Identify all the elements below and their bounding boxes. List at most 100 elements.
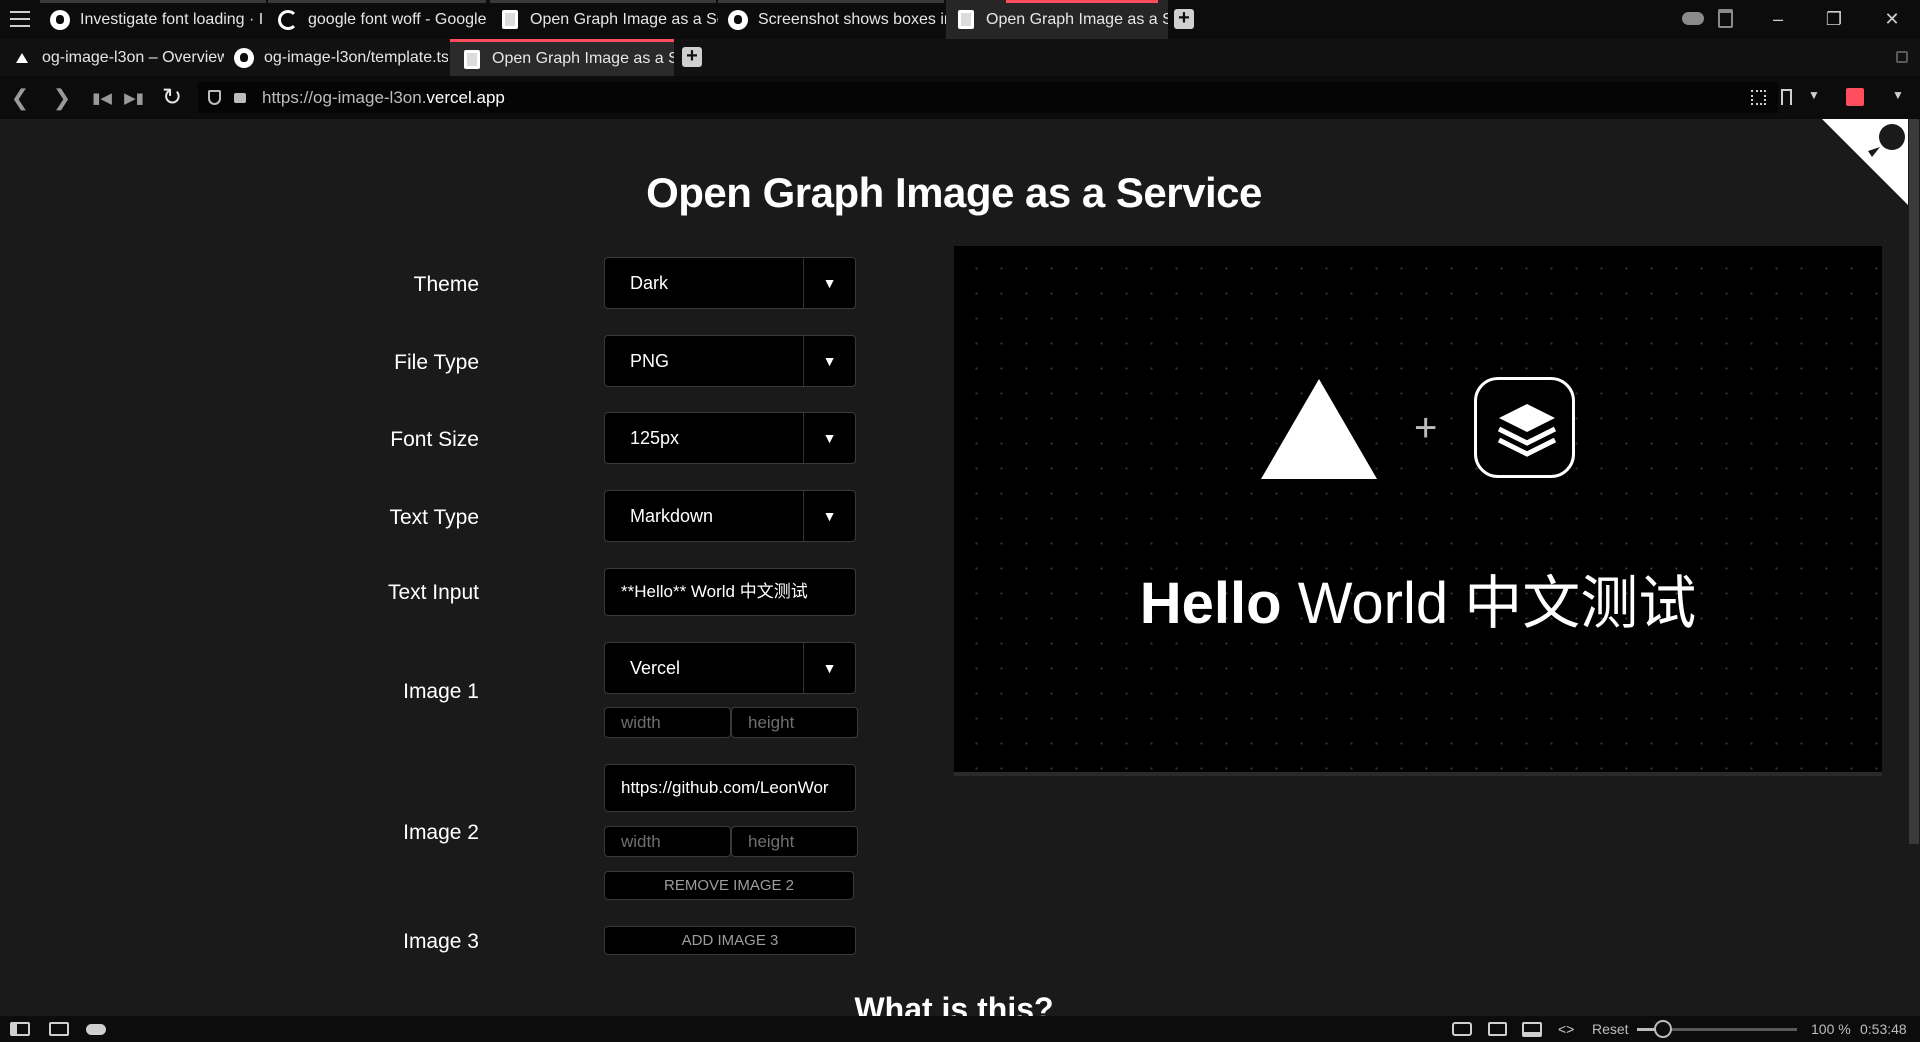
- dropdown-arrow-icon[interactable]: ▼: [804, 491, 855, 541]
- browser-tab[interactable]: Screenshot shows boxes in: [718, 0, 946, 39]
- sync-cloud-icon[interactable]: [86, 1016, 106, 1042]
- camera-icon[interactable]: [1452, 1016, 1472, 1042]
- scrollbar-thumb[interactable]: [1909, 119, 1919, 844]
- url-field[interactable]: https://og-image-l3on.vercel.app: [198, 82, 1778, 113]
- fast-forward-icon[interactable]: ▶▮: [118, 76, 150, 119]
- zoom-reset-button[interactable]: Reset: [1592, 1016, 1629, 1042]
- page-icon: [956, 10, 976, 30]
- dropdown-arrow-icon[interactable]: ▼: [804, 336, 855, 386]
- og-headline-bold: Hello: [1139, 571, 1282, 636]
- og-headline-rest: World 中文测试: [1281, 571, 1697, 636]
- image2-label: Image 2: [403, 821, 479, 844]
- file-type-label: File Type: [394, 351, 479, 374]
- dropdown-arrow-icon[interactable]: ▼: [804, 413, 855, 463]
- zoom-slider[interactable]: [1637, 1020, 1797, 1038]
- google-icon: [278, 9, 298, 30]
- page-icon: [462, 49, 482, 69]
- url-domain: vercel.app: [426, 87, 505, 107]
- dropdown-arrow-icon[interactable]: ▼: [804, 643, 855, 693]
- new-tab-icon[interactable]: +: [682, 46, 702, 67]
- text-type-label: Text Type: [389, 506, 480, 529]
- image1-height-input[interactable]: height: [731, 707, 858, 738]
- new-tab-icon[interactable]: +: [1174, 8, 1194, 29]
- zoom-level: 100 %: [1811, 1021, 1851, 1037]
- image1-select[interactable]: Vercel ▼: [604, 642, 856, 694]
- layers-logo-icon: [1474, 377, 1575, 478]
- tab-bar: Investigate font loading · I google font…: [0, 0, 1920, 39]
- minimize-icon[interactable]: –: [1756, 0, 1800, 39]
- tiling-icon[interactable]: [49, 1016, 69, 1042]
- image-icon[interactable]: [1522, 1016, 1542, 1042]
- shield-icon[interactable]: [208, 90, 221, 105]
- vercel-icon: [12, 48, 32, 68]
- image2-height-input[interactable]: height: [731, 826, 858, 857]
- tab-label: Open Graph Image as a Se: [530, 10, 718, 28]
- panel-toggle-icon[interactable]: [10, 1016, 30, 1042]
- browser-tab-active[interactable]: Open Graph Image as a Se: [946, 0, 1168, 39]
- add-image-3-button[interactable]: ADD IMAGE 3: [604, 926, 856, 955]
- address-bar: ❮ ❯ ▮◀ ▶▮ ↻ https://og-image-l3on.vercel…: [0, 76, 1920, 119]
- og-image-preview[interactable]: + Hello World 中文测试: [954, 246, 1882, 776]
- url-text[interactable]: https://og-image-l3on.vercel.app: [262, 88, 505, 108]
- font-size-value: 125px: [630, 428, 680, 448]
- url-prefix: https://og-image-l3on.: [262, 87, 427, 107]
- chevron-down-icon[interactable]: ▼: [1808, 88, 1820, 102]
- browser-tab-active[interactable]: Open Graph Image as a Se: [450, 39, 674, 76]
- reload-icon[interactable]: ↻: [156, 76, 188, 119]
- menu-icon[interactable]: [10, 11, 30, 28]
- text-input-label: Text Input: [387, 581, 479, 604]
- lock-icon: [1896, 51, 1908, 63]
- trash-icon[interactable]: [1718, 9, 1733, 28]
- plus-sign: +: [1414, 406, 1438, 450]
- browser-tab[interactable]: Investigate font loading · I: [40, 0, 268, 39]
- image2-width-input[interactable]: width: [604, 826, 731, 857]
- text-type-value: Markdown: [630, 506, 714, 526]
- browser-tab[interactable]: google font woff - Google: [268, 0, 488, 39]
- section-heading: What is this?: [854, 991, 1054, 1016]
- page-icon: [500, 10, 520, 30]
- menu-chevron-icon[interactable]: ▼: [1892, 88, 1904, 102]
- image1-label: Image 1: [403, 680, 479, 703]
- dropdown-arrow-icon[interactable]: ▼: [804, 258, 855, 308]
- image1-value: Vercel: [630, 658, 681, 678]
- cloud-icon[interactable]: [1682, 12, 1704, 25]
- remove-image-2-button[interactable]: REMOVE IMAGE 2: [604, 871, 854, 900]
- page-content: Open Graph Image as a Service Theme Dark…: [0, 119, 1920, 1016]
- file-type-select[interactable]: PNG ▼: [604, 335, 856, 387]
- restore-icon[interactable]: ❐: [1812, 0, 1856, 39]
- image1-width-input[interactable]: width: [604, 707, 731, 738]
- rewind-icon[interactable]: ▮◀: [86, 76, 118, 119]
- tab-label: Open Graph Image as a Se: [986, 10, 1168, 28]
- back-icon[interactable]: ❮: [4, 76, 36, 119]
- code-icon[interactable]: <>: [1558, 1016, 1574, 1042]
- browser-tab[interactable]: og-image-l3on/template.ts: [222, 39, 448, 76]
- image2-url-input[interactable]: https://github.com/LeonWor: [604, 764, 856, 812]
- close-icon[interactable]: ✕: [1870, 0, 1914, 39]
- browser-tab[interactable]: og-image-l3on – Overview: [0, 39, 224, 76]
- vercel-logo-icon: [1261, 379, 1377, 479]
- font-size-select[interactable]: 125px ▼: [604, 412, 856, 464]
- lock-icon: [234, 93, 246, 103]
- zoom-slider-knob[interactable]: [1653, 1020, 1672, 1038]
- file-type-value: PNG: [630, 351, 670, 371]
- bookmark-icon[interactable]: [1781, 89, 1792, 105]
- tab-label: google font woff - Google: [308, 10, 487, 28]
- text-type-select[interactable]: Markdown ▼: [604, 490, 856, 542]
- qr-code-icon[interactable]: [1751, 90, 1766, 105]
- page-title: Open Graph Image as a Service: [646, 169, 1262, 216]
- theme-value: Dark: [630, 273, 669, 293]
- image3-label: Image 3: [403, 930, 479, 953]
- tab-label: Screenshot shows boxes in: [758, 10, 946, 28]
- browser-tab[interactable]: Open Graph Image as a Se: [490, 0, 718, 39]
- scrollbar[interactable]: [1908, 119, 1920, 1016]
- og-headline: Hello World 中文测试: [954, 556, 1882, 640]
- github-corner-icon[interactable]: [1810, 119, 1910, 207]
- tab-label: Open Graph Image as a Se: [492, 50, 674, 67]
- tab-label: og-image-l3on – Overview: [42, 48, 224, 66]
- forward-icon[interactable]: ❯: [46, 76, 78, 119]
- text-input-field[interactable]: **Hello** World 中文测试: [604, 568, 856, 616]
- reader-icon[interactable]: [1846, 88, 1864, 106]
- window-icon[interactable]: [1488, 1016, 1507, 1042]
- tab-label: Investigate font loading · I: [80, 10, 264, 28]
- theme-select[interactable]: Dark ▼: [604, 257, 856, 309]
